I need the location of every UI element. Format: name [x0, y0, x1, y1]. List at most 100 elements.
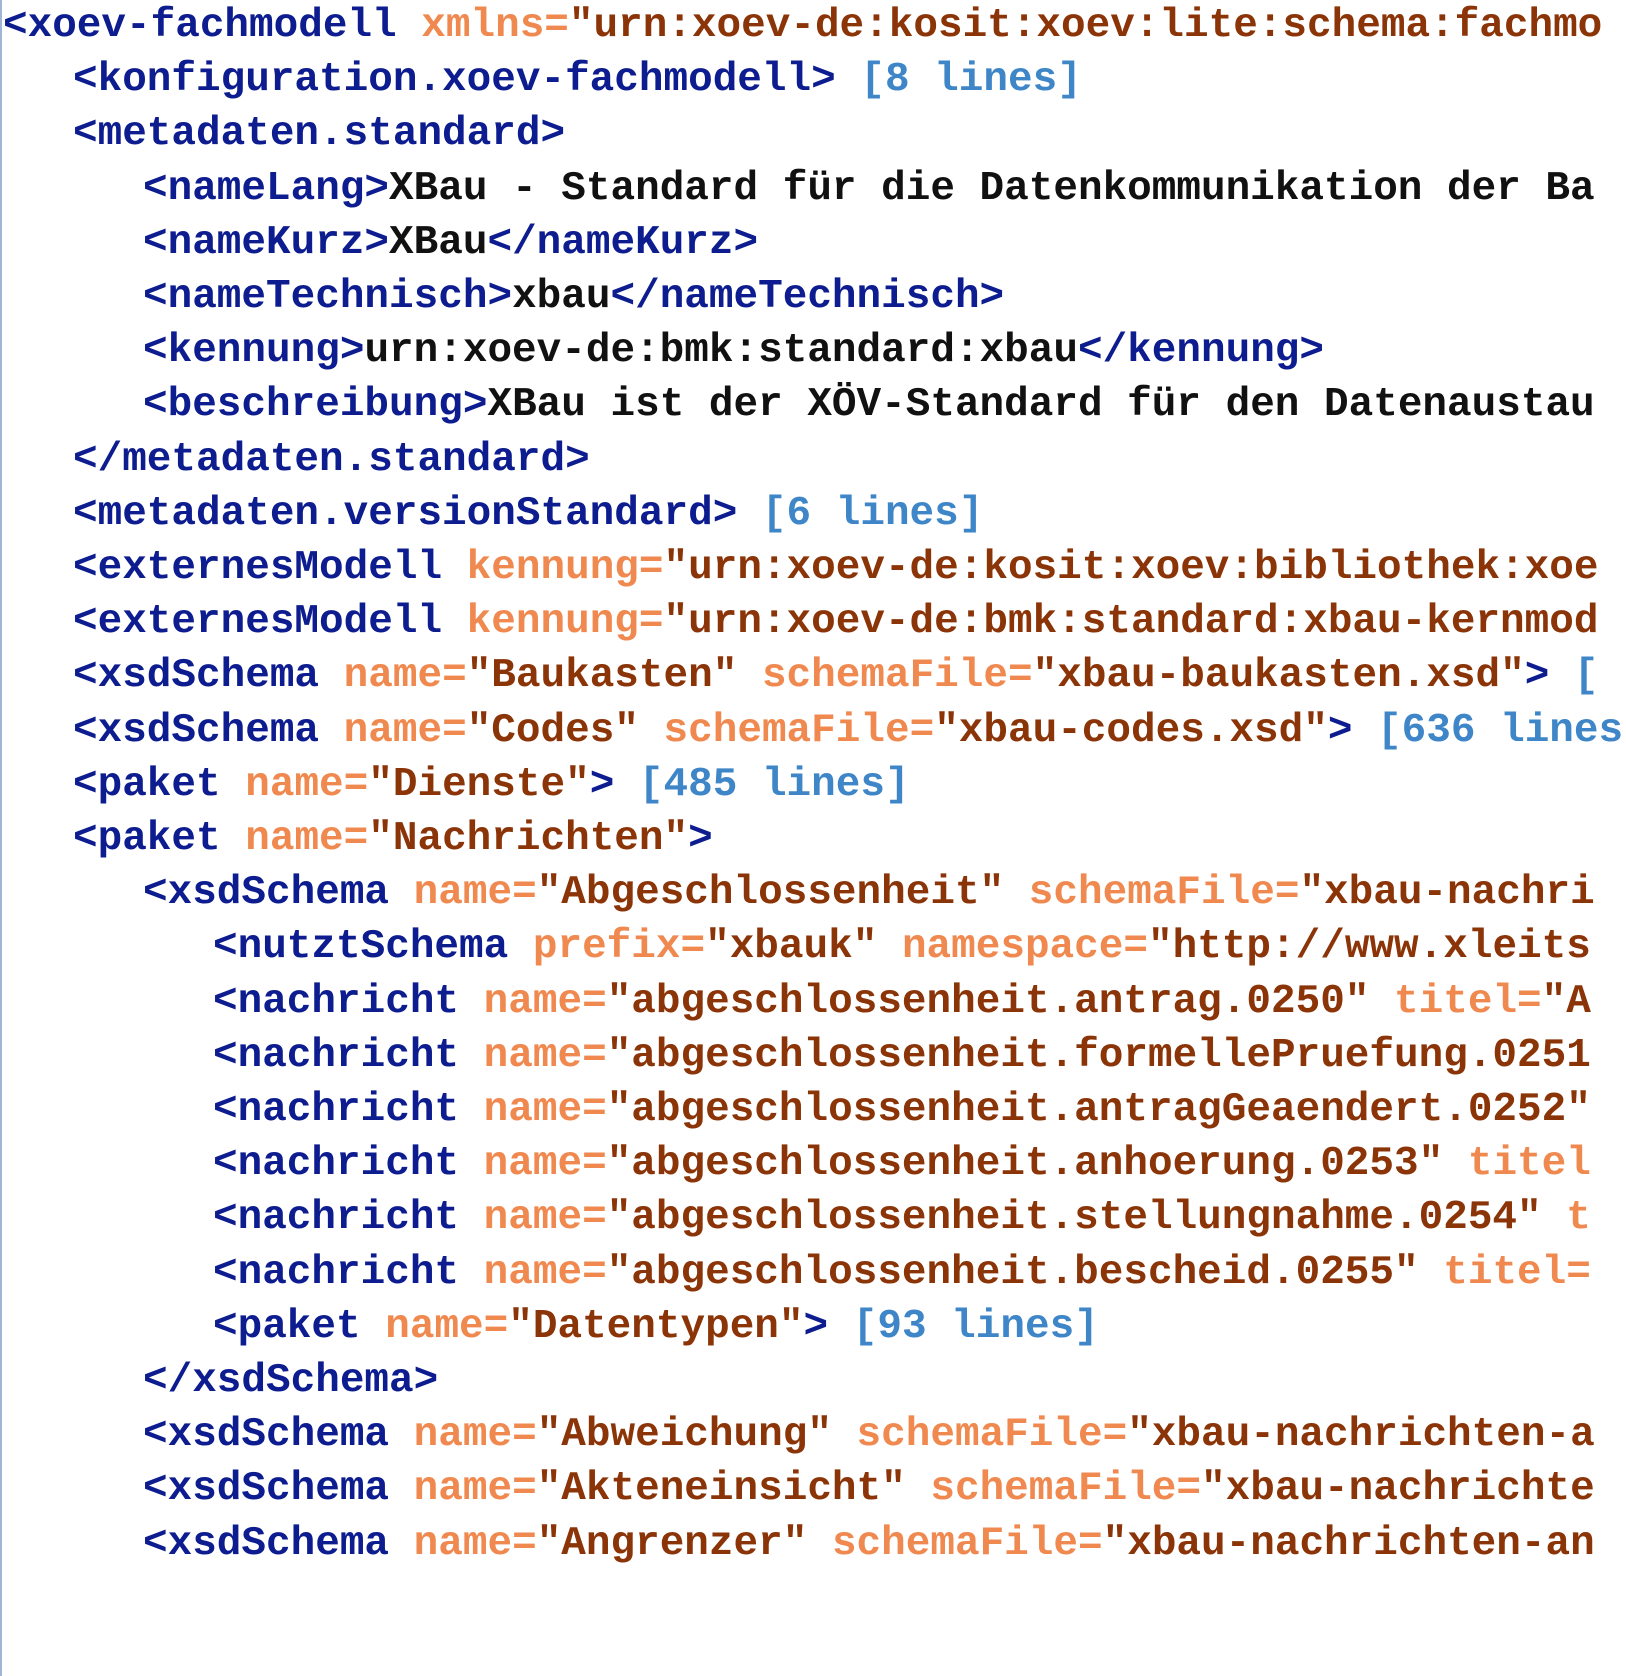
xml-text — [906, 1466, 931, 1512]
xml-text — [1352, 708, 1377, 754]
code-line[interactable]: <metadaten.versionStandard> [6 lines] — [73, 485, 983, 543]
xml-text — [737, 491, 762, 537]
xml-attribute-value: "Akteneinsicht" — [536, 1466, 906, 1513]
xml-attribute: name= — [413, 870, 537, 917]
xml-attribute-value: "urn:xoev-de:kosit:xoev:bibliothek:xoe — [663, 545, 1599, 591]
xml-text — [459, 1141, 484, 1187]
xml-text — [832, 1412, 857, 1458]
xml-text — [508, 924, 533, 970]
code-line[interactable]: <nachricht name="abgeschlossenheit.anhoe… — [213, 1135, 1591, 1193]
fold-marker[interactable]: [636 lines — [1377, 708, 1623, 754]
xml-text: XBau ist der XÖV-Standard für den Datena… — [487, 382, 1595, 429]
xml-attribute: schemaFile= — [761, 653, 1033, 700]
xml-attribute-value: "abgeschlossenheit.stellungnahme.0254" — [606, 1195, 1542, 1242]
xml-tag: > — [589, 761, 615, 808]
xml-text — [389, 870, 414, 916]
xml-attribute: name= — [245, 816, 369, 862]
xml-text — [459, 1033, 484, 1079]
gutter-border — [0, 0, 2, 1676]
code-line[interactable]: <xsdSchema name="Abweichung" schemaFile=… — [143, 1406, 1595, 1464]
xml-attribute-value: "xbau-nachrichten-an — [1102, 1520, 1595, 1567]
xml-attribute-value: "xbau-nachri — [1299, 870, 1595, 917]
xml-attribute: xmlns= — [421, 3, 569, 49]
xml-attribute-value: "Nachrichten" — [368, 816, 689, 862]
xml-tag: <nachricht — [213, 1141, 460, 1188]
xml-tag: <nachricht — [213, 1087, 460, 1133]
code-line[interactable]: <nachricht name="abgeschlossenheit.antra… — [213, 1081, 1591, 1139]
code-line[interactable]: <nachricht name="abgeschlossenheit.antra… — [213, 973, 1591, 1031]
code-line[interactable]: <nutztSchema prefix="xbauk" namespace="h… — [213, 918, 1591, 976]
xml-tag: <nachricht — [213, 1249, 460, 1296]
xml-tag: <beschreibung> — [143, 382, 488, 429]
xml-text — [361, 1304, 386, 1350]
xml-text — [442, 599, 467, 645]
xml-tag: <xsdSchema — [143, 1520, 390, 1567]
xml-text — [1369, 979, 1394, 1025]
code-line[interactable]: <xsdSchema name="Baukasten" schemaFile="… — [73, 647, 1599, 705]
xml-text — [389, 1521, 414, 1567]
code-line[interactable]: <paket name="Dienste"> [485 lines] — [73, 756, 910, 814]
code-line[interactable]: <konfiguration.xoev-fachmodell> [8 lines… — [73, 51, 1082, 109]
code-line[interactable]: </metadaten.standard> — [73, 431, 590, 489]
code-line[interactable]: <externesModell kennung="urn:xoev-de:bmk… — [73, 593, 1598, 651]
code-line[interactable]: <nameLang>XBau - Standard für die Datenk… — [143, 160, 1595, 218]
xml-attribute-value: "http://www.xleits — [1147, 924, 1591, 971]
code-line[interactable]: <nameTechnisch>xbau</nameTechnisch> — [143, 268, 1004, 326]
code-line[interactable]: <nachricht name="abgeschlossenheit.stell… — [213, 1189, 1591, 1247]
code-line[interactable]: <xsdSchema name="Angrenzer" schemaFile="… — [143, 1515, 1595, 1573]
xml-attribute: name= — [413, 1466, 537, 1513]
xml-tag: <kennung> — [143, 328, 365, 375]
fold-marker[interactable]: [8 lines] — [860, 57, 1081, 103]
xml-attribute-value: "abgeschlossenheit.antrag.0250" — [606, 978, 1370, 1025]
xml-text — [1443, 1141, 1468, 1187]
fold-marker[interactable]: [93 lines] — [853, 1304, 1099, 1350]
code-line[interactable]: <paket name="Nachrichten"> — [73, 810, 713, 868]
xml-text: XBau — [389, 219, 488, 266]
xml-attribute-value: "Datentypen" — [508, 1303, 804, 1350]
xml-text — [639, 708, 664, 754]
fold-marker[interactable]: [485 lines] — [639, 762, 910, 808]
code-line[interactable]: <metadaten.standard> — [73, 105, 565, 163]
code-area[interactable]: <xoev-fachmodell xmlns="urn:xoev-de:kosi… — [3, 0, 1626, 1676]
xml-tag: </xsdSchema> — [143, 1358, 439, 1404]
code-line[interactable]: <xsdSchema name="Codes" schemaFile="xbau… — [73, 702, 1623, 760]
xml-text — [319, 653, 344, 699]
code-line[interactable]: <nachricht name="abgeschlossenheit.forme… — [213, 1027, 1591, 1085]
xml-tag: </nameTechnisch> — [610, 274, 1005, 320]
code-line[interactable]: <beschreibung>XBau ist der XÖV-Standard … — [143, 376, 1595, 434]
code-line[interactable]: <paket name="Datentypen"> [93 lines] — [213, 1298, 1099, 1356]
xml-attribute: name= — [483, 1195, 607, 1242]
xml-attribute: schemaFile= — [831, 1520, 1103, 1567]
xml-editor[interactable]: <xoev-fachmodell xmlns="urn:xoev-de:kosi… — [0, 0, 1626, 1676]
xml-text — [319, 708, 344, 754]
xml-text — [459, 979, 484, 1025]
code-line[interactable]: <externesModell kennung="urn:xoev-de:kos… — [73, 539, 1598, 597]
xml-text — [1004, 870, 1029, 916]
xml-attribute: schemaFile= — [856, 1412, 1128, 1459]
code-line[interactable]: <nachricht name="abgeschlossenheit.besch… — [213, 1244, 1591, 1302]
code-line[interactable]: <xsdSchema name="Akteneinsicht" schemaFi… — [143, 1460, 1595, 1518]
xml-tag: <externesModell — [73, 545, 443, 591]
xml-attribute: titel= — [1443, 1249, 1591, 1296]
xml-attribute: name= — [343, 653, 467, 700]
code-line[interactable]: <nameKurz>XBau</nameKurz> — [143, 214, 758, 272]
xml-attribute-value: "Abweichung" — [536, 1412, 832, 1459]
xml-tag: <xsdSchema — [73, 653, 320, 700]
code-line[interactable]: <kennung>urn:xoev-de:bmk:standard:xbau</… — [143, 322, 1324, 380]
xml-text — [1542, 1195, 1567, 1241]
xml-attribute: name= — [343, 707, 467, 754]
fold-marker[interactable]: [ — [1574, 653, 1599, 699]
code-line[interactable]: </xsdSchema> — [143, 1352, 438, 1410]
fold-marker[interactable]: [6 lines] — [762, 491, 983, 537]
xml-attribute: schemaFile= — [930, 1466, 1202, 1513]
code-line[interactable]: <xsdSchema name="Abgeschlossenheit" sche… — [143, 864, 1595, 922]
xml-text — [459, 1087, 484, 1133]
xml-tag: <paket — [73, 761, 221, 808]
xml-tag: > — [1327, 707, 1353, 754]
xml-attribute: name= — [483, 1087, 607, 1133]
xml-tag: <xsdSchema — [143, 1412, 390, 1459]
xml-attribute: schemaFile= — [663, 707, 935, 754]
xml-text — [807, 1521, 832, 1567]
xml-tag: <nachricht — [213, 1032, 460, 1079]
code-line[interactable]: <xoev-fachmodell xmlns="urn:xoev-de:kosi… — [3, 0, 1602, 55]
